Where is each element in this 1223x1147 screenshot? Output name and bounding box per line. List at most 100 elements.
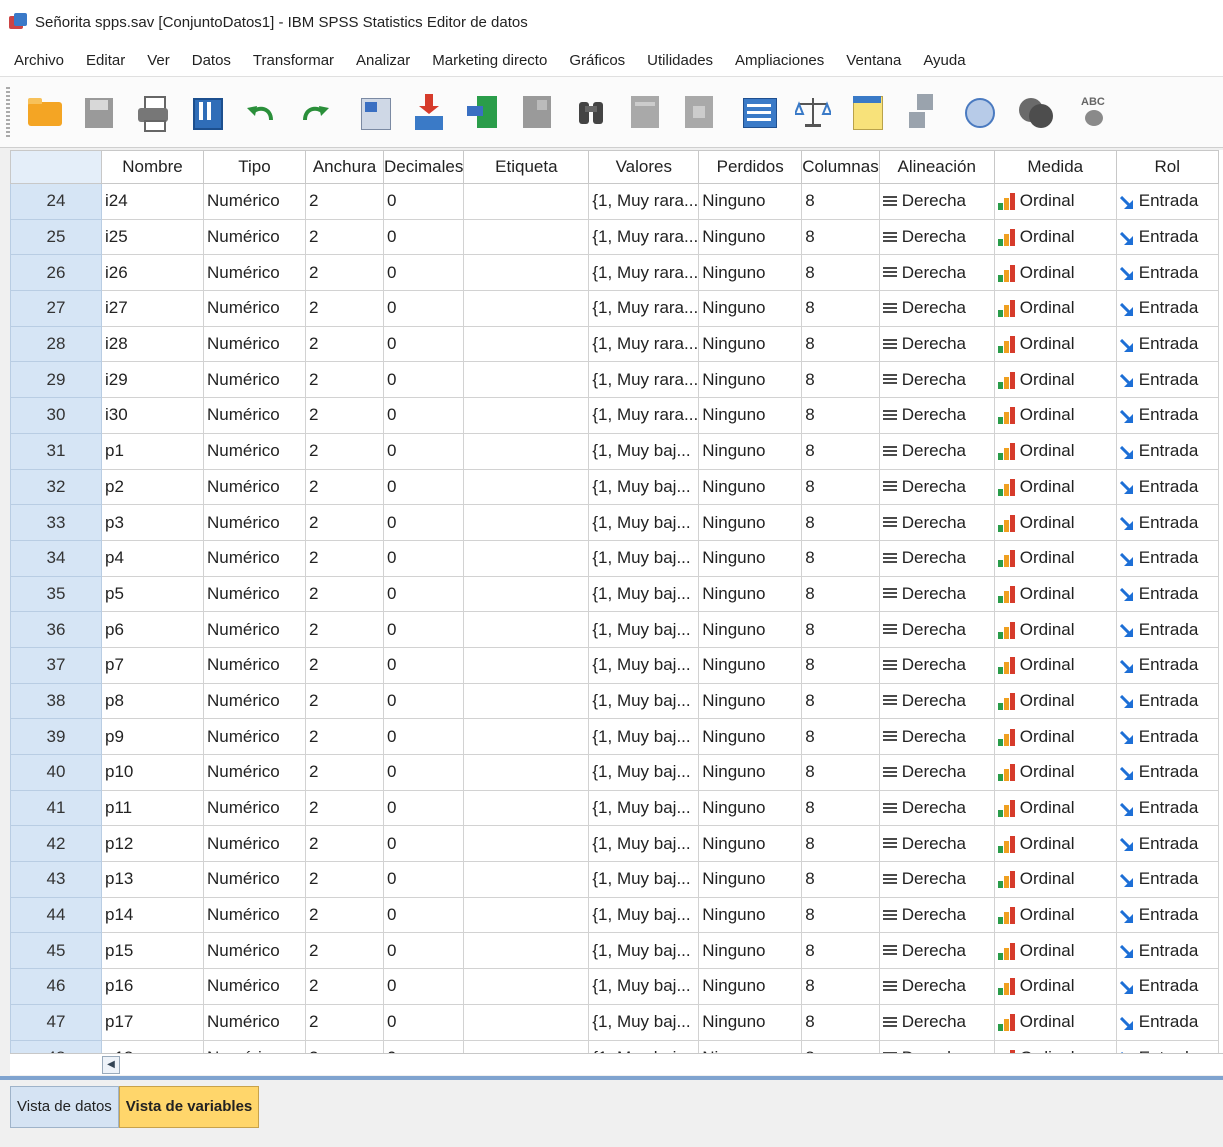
cell-etiqueta[interactable] (463, 861, 590, 898)
find-icon[interactable] (571, 92, 611, 132)
cell-decimales[interactable]: 0 (382, 896, 465, 934)
cell-tipo[interactable]: Numérico (203, 218, 306, 256)
cell-columnas[interactable]: 8 (801, 468, 880, 506)
cell-medida[interactable]: Ordinal (993, 1003, 1117, 1041)
cell-valores[interactable]: {1, Muy rara... (588, 183, 700, 220)
cell-valores[interactable]: {1, Muy baj... (588, 468, 700, 506)
cell-valores[interactable]: {1, Muy rara... (588, 397, 700, 434)
cell-anchura[interactable]: 2 (305, 504, 384, 541)
cell-alineacion[interactable]: Derecha (878, 682, 995, 720)
cell-columnas[interactable]: 8 (801, 682, 880, 720)
cell-etiqueta[interactable] (463, 183, 590, 220)
cell-tipo[interactable]: Numérico (203, 539, 306, 577)
cell-columnas[interactable]: 8 (801, 932, 880, 970)
cell-alineacion[interactable]: Derecha (878, 325, 995, 363)
cell-nombre[interactable]: i24 (101, 183, 204, 220)
cell-decimales[interactable]: 0 (382, 825, 465, 863)
cell-alineacion[interactable]: Derecha (878, 254, 995, 292)
cell-alineacion[interactable]: Derecha (878, 575, 995, 613)
row-number[interactable]: 35 (10, 575, 102, 613)
cell-medida[interactable]: Ordinal (993, 1039, 1117, 1053)
cell-valores[interactable]: {1, Muy baj... (588, 1039, 700, 1053)
cell-etiqueta[interactable] (463, 968, 590, 1005)
cell-tipo[interactable]: Numérico (203, 896, 306, 934)
cell-etiqueta[interactable] (463, 361, 590, 399)
cell-perdidos[interactable]: Ninguno (698, 789, 803, 827)
cell-alineacion[interactable]: Derecha (878, 896, 995, 934)
cell-decimales[interactable]: 0 (382, 361, 465, 399)
cell-decimales[interactable]: 0 (382, 397, 465, 434)
cell-columnas[interactable]: 8 (801, 611, 880, 648)
cell-rol[interactable]: Entrada (1115, 968, 1219, 1005)
cell-decimales[interactable]: 0 (382, 789, 465, 827)
cell-perdidos[interactable]: Ninguno (698, 754, 803, 791)
cell-nombre[interactable]: i25 (101, 218, 204, 256)
cell-etiqueta[interactable] (463, 575, 590, 613)
cell-perdidos[interactable]: Ninguno (698, 183, 803, 220)
cell-alineacion[interactable]: Derecha (878, 611, 995, 648)
cell-anchura[interactable]: 2 (305, 932, 384, 970)
cell-decimales[interactable]: 0 (382, 468, 465, 506)
cell-alineacion[interactable]: Derecha (878, 968, 995, 1005)
cell-etiqueta[interactable] (463, 789, 590, 827)
save-icon[interactable] (79, 92, 119, 132)
cell-tipo[interactable]: Numérico (203, 825, 306, 863)
row-number[interactable]: 34 (10, 539, 102, 577)
cell-nombre[interactable]: i26 (101, 254, 204, 292)
corner-cell[interactable] (10, 150, 102, 184)
cell-etiqueta[interactable] (463, 254, 590, 292)
cell-medida[interactable]: Ordinal (993, 468, 1117, 506)
undo-icon[interactable] (241, 92, 281, 132)
cell-nombre[interactable]: p16 (101, 968, 204, 1005)
row-number[interactable]: 25 (10, 218, 102, 256)
cell-valores[interactable]: {1, Muy baj... (588, 968, 700, 1005)
spell-check-icon[interactable]: ABC (1075, 92, 1115, 132)
cell-rol[interactable]: Entrada (1115, 468, 1219, 506)
cell-decimales[interactable]: 0 (382, 432, 465, 470)
cell-perdidos[interactable]: Ninguno (698, 539, 803, 577)
cell-rol[interactable]: Entrada (1115, 896, 1219, 934)
cell-perdidos[interactable]: Ninguno (698, 646, 803, 684)
scroll-left-icon[interactable]: ◀ (102, 1056, 120, 1074)
cell-nombre[interactable]: i27 (101, 290, 204, 327)
cell-decimales[interactable]: 0 (382, 504, 465, 541)
cell-perdidos[interactable]: Ninguno (698, 968, 803, 1005)
cell-etiqueta[interactable] (463, 504, 590, 541)
cell-decimales[interactable]: 0 (382, 932, 465, 970)
cell-perdidos[interactable]: Ninguno (698, 861, 803, 898)
cell-alineacion[interactable]: Derecha (878, 468, 995, 506)
cell-alineacion[interactable]: Derecha (878, 361, 995, 399)
cell-medida[interactable]: Ordinal (993, 183, 1117, 220)
cell-valores[interactable]: {1, Muy baj... (588, 896, 700, 934)
cell-columnas[interactable]: 8 (801, 539, 880, 577)
cell-anchura[interactable]: 2 (305, 290, 384, 327)
cell-nombre[interactable]: p15 (101, 932, 204, 970)
cell-columnas[interactable]: 8 (801, 575, 880, 613)
col-header-alineacion[interactable]: Alineación (878, 150, 995, 184)
cell-rol[interactable]: Entrada (1115, 754, 1219, 791)
cell-medida[interactable]: Ordinal (993, 932, 1117, 970)
cell-tipo[interactable]: Numérico (203, 611, 306, 648)
cell-nombre[interactable]: p6 (101, 611, 204, 648)
cell-columnas[interactable]: 8 (801, 754, 880, 791)
col-header-decimales[interactable]: Decimales (382, 150, 465, 184)
cell-alineacion[interactable]: Derecha (878, 1003, 995, 1041)
insert-cases-icon[interactable] (625, 92, 665, 132)
cell-medida[interactable]: Ordinal (993, 611, 1117, 648)
col-header-rol[interactable]: Rol (1115, 150, 1219, 184)
cell-nombre[interactable]: i29 (101, 361, 204, 399)
col-header-etiqueta[interactable]: Etiqueta (463, 150, 590, 184)
cell-rol[interactable]: Entrada (1115, 183, 1219, 220)
cell-valores[interactable]: {1, Muy baj... (588, 432, 700, 470)
cell-decimales[interactable]: 0 (382, 218, 465, 256)
cell-anchura[interactable]: 2 (305, 397, 384, 434)
cell-perdidos[interactable]: Ninguno (698, 218, 803, 256)
cell-tipo[interactable]: Numérico (203, 932, 306, 970)
row-number[interactable]: 28 (10, 325, 102, 363)
cell-decimales[interactable]: 0 (382, 968, 465, 1005)
show-all-variables-icon[interactable] (1015, 92, 1055, 132)
cell-medida[interactable]: Ordinal (993, 682, 1117, 720)
cell-columnas[interactable]: 8 (801, 254, 880, 292)
cell-nombre[interactable]: p3 (101, 504, 204, 541)
cell-anchura[interactable]: 2 (305, 1039, 384, 1053)
